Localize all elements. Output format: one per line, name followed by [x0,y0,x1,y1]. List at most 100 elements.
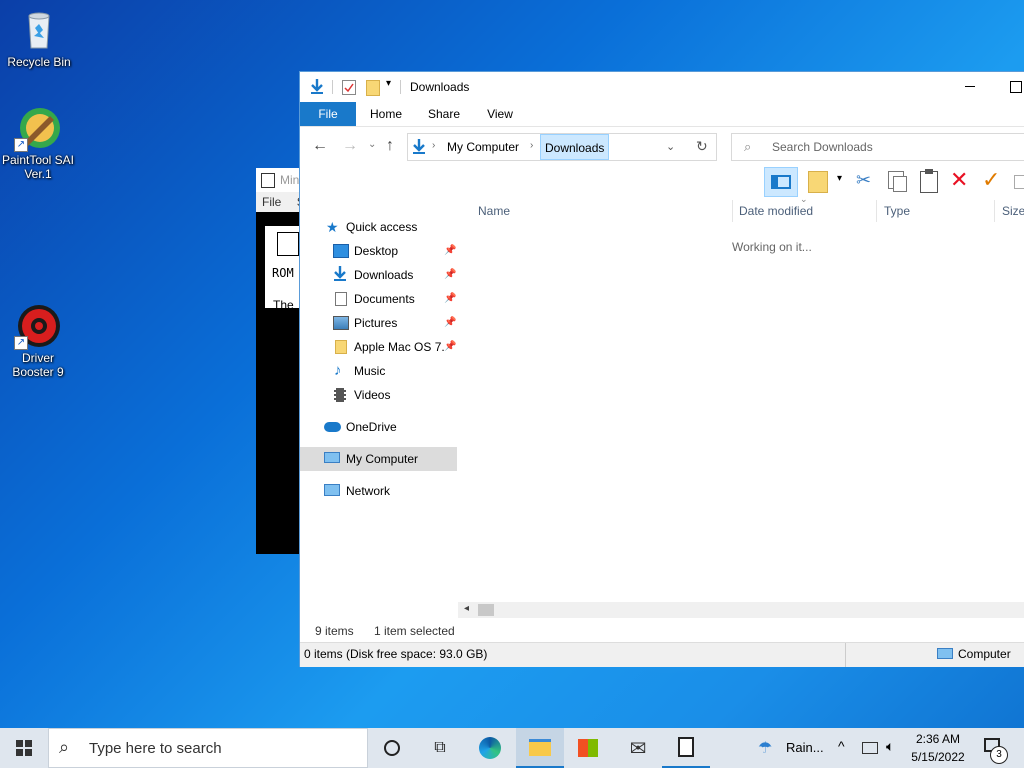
breadcrumb-separator-icon: › [432,140,436,151]
preview-pane-icon[interactable] [764,167,798,197]
tab-view[interactable]: View [478,102,522,126]
cortana-button[interactable] [368,728,416,768]
nav-item-downloads[interactable]: Downloads 📌 [300,264,458,286]
nav-label: Documents [354,292,415,306]
status-bar: 9 items 1 item selected [300,620,1024,642]
horizontal-scrollbar[interactable]: ◂ [458,602,1024,618]
back-arrow-icon[interactable]: ← [312,137,328,155]
pin-icon[interactable]: 📌 [444,240,456,262]
nav-quick-access[interactable]: ★ Quick access [300,216,458,238]
desktop-icon-label-text: PaintTool SAI Ver.1 [1,153,75,181]
select-folder-icon[interactable] [808,171,828,193]
explorer-window[interactable]: ▾ Downloads File Home Share View ← → ⌄ ↑… [300,72,1024,667]
new-folder-icon[interactable] [366,80,380,96]
network-status-icon[interactable] [862,742,878,754]
copy-icon[interactable] [888,171,907,192]
status-item-count: 9 items [315,624,354,638]
desktop-icon-driver-booster[interactable]: ↗ Driver Booster 9 [0,304,76,379]
forward-arrow-icon[interactable]: → [342,137,358,155]
tab-home[interactable]: Home [362,102,410,126]
pin-icon[interactable]: 📌 [444,288,456,310]
address-row: ← → ⌄ ↑ › My Computer › Downloads ⌄ ↻ ⌕ … [300,127,1024,167]
start-button[interactable] [0,728,48,768]
tab-share[interactable]: Share [422,102,466,126]
recycle-bin-icon [17,8,61,52]
column-header-name[interactable]: Name [478,204,510,218]
nav-label: Desktop [354,244,399,258]
desktop-icon-painttool-sai[interactable]: ↗ PaintTool SAI Ver.1 [0,106,76,181]
nav-item-desktop[interactable]: Desktop 📌 [300,240,458,262]
weather-widget[interactable]: ☂ Rain... [752,728,832,768]
clock[interactable]: 2:36 AM 5/15/2022 [906,730,970,766]
taskbar-search-box[interactable]: ⌕ Type here to search [48,728,368,768]
taskbar-mini-vmac[interactable] [662,728,710,768]
action-center-button[interactable]: 3 [976,728,1024,768]
nav-network[interactable]: Network [300,480,458,502]
nav-label: Videos [354,388,391,402]
column-divider[interactable] [994,200,995,222]
nav-item-apple-mac-os[interactable]: Apple Mac OS 7. 📌 [300,336,458,358]
download-arrow-icon[interactable] [310,79,324,98]
bottombar-divider [845,643,846,667]
task-view-button[interactable]: ⧉ [416,728,464,768]
scroll-left-arrow-icon[interactable]: ◂ [464,603,469,614]
volume-icon[interactable]: 🔈︎ [886,738,894,755]
paste-icon[interactable] [920,169,938,193]
nav-my-computer[interactable]: My Computer [300,447,457,471]
nav-onedrive[interactable]: OneDrive [300,416,458,438]
recent-locations-chevron-icon[interactable]: ⌄ [368,139,376,150]
nav-label: Downloads [354,268,414,282]
computer-small-icon [937,648,953,659]
pictures-folder-icon [333,316,349,330]
column-header-date-modified[interactable]: Date modified [739,204,813,218]
show-hidden-icons-chevron-icon[interactable]: ^ [838,738,845,754]
tab-file[interactable]: File [300,102,356,126]
toolbar-dropdown-chevron-icon[interactable]: ▾ [837,173,842,184]
taskbar-file-explorer[interactable] [516,728,564,768]
taskbar-search-input[interactable]: Type here to search [89,740,222,757]
nav-item-videos[interactable]: Videos [300,384,458,406]
taskbar-mail[interactable]: ✉ [614,728,662,768]
menu-file[interactable]: File [262,195,281,209]
column-header-type[interactable]: Type [884,204,910,218]
column-divider[interactable] [732,200,733,222]
nav-item-pictures[interactable]: Pictures 📌 [300,312,458,334]
maximize-button[interactable] [1010,81,1022,93]
nav-item-documents[interactable]: Documents 📌 [300,288,458,310]
breadcrumb-downloads[interactable]: Downloads [540,134,610,160]
breadcrumb-my-computer[interactable]: My Computer [447,140,519,154]
column-divider[interactable] [876,200,877,222]
pin-icon[interactable]: 📌 [444,312,456,334]
cut-icon[interactable]: ✂ [856,170,871,191]
star-icon: ★ [326,219,339,235]
nav-label: Quick access [346,220,418,234]
taskbar: ⌕ Type here to search ⧉ ✉ ☂ Rain... ^ 🔈︎… [0,728,1024,768]
address-dropdown-chevron-icon[interactable]: ⌄ [666,140,675,153]
pin-icon[interactable]: 📌 [444,336,456,358]
location-download-icon [412,139,426,158]
search-box[interactable]: ⌕ Search Downloads [731,133,1024,161]
address-bar[interactable]: › My Computer › Downloads ⌄ ↻ [407,133,717,161]
nav-item-music[interactable]: ♪ Music [300,360,458,382]
column-header-size[interactable]: Size [1002,204,1024,218]
taskbar-edge[interactable] [466,728,514,768]
delete-icon[interactable]: ✕ [950,167,968,193]
search-input[interactable]: Search Downloads [772,140,873,154]
explorer-titlebar[interactable]: ▾ Downloads [300,72,1024,102]
minimize-button[interactable] [965,86,975,87]
rename-check-icon[interactable]: ✓ [982,167,1000,193]
cortana-circle-icon [384,740,400,756]
properties-small-icon[interactable] [1014,175,1024,189]
taskbar-store[interactable] [564,728,612,768]
desktop-icon-recycle-bin[interactable]: Recycle Bin [1,8,77,69]
pin-icon[interactable]: 📌 [444,264,456,286]
scrollbar-thumb[interactable] [478,604,494,616]
desktop-icon-label: Driver Booster 9 [12,351,64,379]
panel-line-2: The [273,298,294,312]
customize-qat-chevron-icon[interactable]: ▾ [386,78,391,89]
up-arrow-icon[interactable]: ↑ [386,137,394,155]
refresh-icon[interactable]: ↻ [696,138,708,155]
notification-count-badge: 3 [990,746,1008,764]
properties-icon[interactable] [342,80,356,95]
cloud-icon [324,422,341,432]
